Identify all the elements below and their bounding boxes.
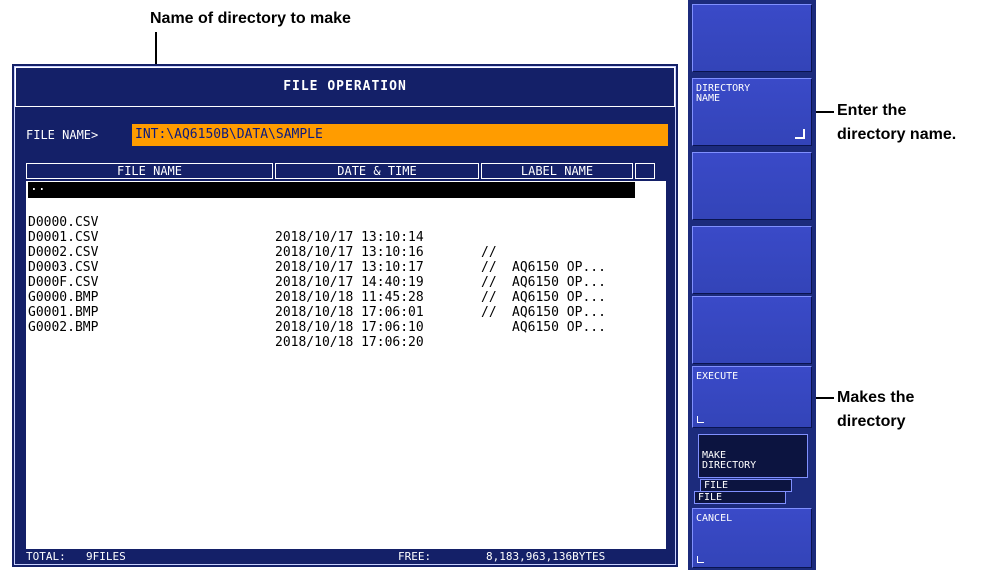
label-cell: AQ6150 OP... xyxy=(512,275,606,290)
total-label: TOTAL: xyxy=(26,550,66,563)
directory-name-label-2: NAME xyxy=(696,93,721,104)
table-row[interactable]: D0002.CSV 2018/10/17 13:10:17 // AQ6150 … xyxy=(28,230,606,305)
dirname-annotation: Name of directory to make xyxy=(150,10,351,27)
date-cell: 2018/10/17 14:40:19 xyxy=(275,275,424,290)
cancel-softkey[interactable]: CANCEL xyxy=(692,508,812,568)
table-row[interactable]: D000F.CSV 2018/10/18 11:45:28 // AQ6150 … xyxy=(28,260,606,335)
date-cell: 2018/10/17 13:10:14 xyxy=(275,230,424,245)
corner-icon xyxy=(697,556,704,563)
table-row[interactable]: G0000.BMP 2018/10/18 17:06:01 xyxy=(28,275,424,320)
make-directory-label-2: DIRECTORY xyxy=(702,460,757,471)
file-tab-1-label: FILE xyxy=(704,480,729,491)
separator-cell: // xyxy=(481,275,497,290)
table-row[interactable]: G0002.BMP 2018/10/18 17:06:20 xyxy=(28,305,424,350)
date-cell: 2018/10/18 17:06:10 xyxy=(275,320,424,335)
status-bar: TOTAL: 9FILES FREE: 8,183,963,136BYTES xyxy=(26,549,666,565)
free-label: FREE: xyxy=(398,550,432,563)
make-directory-tab[interactable]: MAKE DIRECTORY xyxy=(698,434,808,478)
submenu-icon xyxy=(795,129,805,139)
table-row[interactable]: G0001.BMP 2018/10/18 17:06:10 xyxy=(28,290,424,335)
column-header-scroll xyxy=(635,163,655,179)
dialog-title: FILE OPERATION xyxy=(15,67,675,107)
directory-name-softkey[interactable]: DIRECTORY NAME xyxy=(692,78,812,146)
execute-annotation-line1: Makes the xyxy=(837,389,915,406)
enter-name-annotation-line2: directory name. xyxy=(837,126,957,143)
cancel-label: CANCEL xyxy=(696,513,733,524)
date-cell: 2018/10/18 17:06:20 xyxy=(275,335,424,350)
execute-label: EXECUTE xyxy=(696,371,739,382)
date-cell: 2018/10/18 17:06:01 xyxy=(275,305,424,320)
parent-directory-row[interactable]: .. xyxy=(28,180,635,198)
label-cell: AQ6150 OP... xyxy=(512,305,606,320)
separator-cell: // xyxy=(481,290,497,305)
date-cell: 2018/10/17 13:10:16 xyxy=(275,245,424,260)
file-operation-dialog: FILE OPERATION FILE NAME> INT:\AQ6150B\D… xyxy=(12,64,678,567)
softkey-5[interactable] xyxy=(692,296,812,364)
separator-cell: // xyxy=(481,245,497,260)
total-value: 9FILES xyxy=(86,550,126,563)
softkey-4[interactable] xyxy=(692,226,812,294)
file-tab-2[interactable]: FILE xyxy=(694,491,786,504)
separator-cell: // xyxy=(481,260,497,275)
column-header-label-name: LABEL NAME xyxy=(481,163,633,179)
menu-tabs: MAKE DIRECTORY FILE FILE xyxy=(692,432,812,506)
softkey-panel: DIRECTORY NAME EXECUTE MAKE DIRECTORY FI… xyxy=(688,0,816,570)
table-row[interactable]: D0000.CSV 2018/10/17 13:10:14 // AQ6150 … xyxy=(28,200,606,275)
file-list[interactable]: .. D0000.CSV 2018/10/17 13:10:14 // AQ61… xyxy=(26,180,666,549)
label-cell: AQ6150 OP... xyxy=(512,260,606,275)
separator-cell: // xyxy=(481,305,497,320)
execute-annotation-line2: directory xyxy=(837,413,906,430)
column-header-file-name: FILE NAME xyxy=(26,163,273,179)
table-row[interactable]: D0001.CSV 2018/10/17 13:10:16 // AQ6150 … xyxy=(28,215,606,290)
file-name-label: FILE NAME> xyxy=(26,128,99,142)
softkey-1[interactable] xyxy=(692,4,812,72)
label-cell: AQ6150 OP... xyxy=(512,290,606,305)
softkey-3[interactable] xyxy=(692,152,812,220)
column-header-date-time: DATE & TIME xyxy=(275,163,479,179)
free-value: 8,183,963,136BYTES xyxy=(486,550,606,563)
date-cell: 2018/10/18 11:45:28 xyxy=(275,290,424,305)
enter-name-leader-line xyxy=(816,111,834,113)
execute-softkey[interactable]: EXECUTE xyxy=(692,366,812,428)
file-name-cell: G0002.BMP xyxy=(28,320,99,335)
file-tab-2-label: FILE xyxy=(698,492,723,503)
enter-name-annotation-line1: Enter the xyxy=(837,102,907,119)
file-name-field[interactable]: INT:\AQ6150B\DATA\SAMPLE xyxy=(132,124,668,146)
label-cell: AQ6150 OP... xyxy=(512,320,606,335)
table-row[interactable]: D0003.CSV 2018/10/17 14:40:19 // AQ6150 … xyxy=(28,245,606,320)
date-cell: 2018/10/17 13:10:17 xyxy=(275,260,424,275)
corner-icon xyxy=(697,416,704,423)
